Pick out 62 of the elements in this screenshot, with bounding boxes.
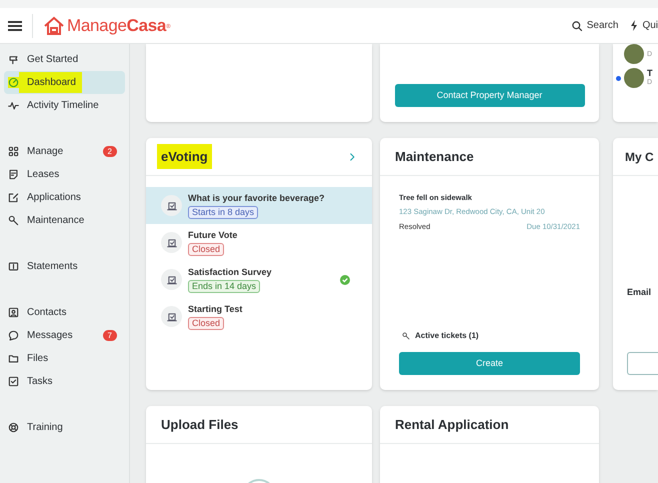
sidebar-item[interactable]: Dashboard (4, 71, 125, 94)
menu-button[interactable] (8, 18, 22, 32)
wrench-icon (402, 332, 410, 340)
card-title: Maintenance (395, 148, 474, 166)
card-title: Upload Files (161, 416, 238, 434)
status-tag: Closed (188, 243, 224, 256)
ballot-icon (166, 238, 176, 248)
sidebar-item[interactable]: Leases (4, 163, 125, 186)
ballot-icon (166, 200, 176, 210)
avatar (624, 68, 644, 88)
vote-row[interactable]: Starting Test Closed (146, 298, 372, 335)
status-tag: Starts in 8 days (188, 206, 258, 220)
person-name: T (647, 69, 652, 78)
edit-icon (8, 192, 19, 203)
quick-actions-button[interactable]: Qui (630, 18, 658, 33)
search-icon (570, 20, 583, 32)
chat-icon (8, 330, 19, 341)
status-tag: Ends in 14 days (188, 280, 260, 294)
active-tickets-label: Active tickets (1) (415, 330, 479, 342)
house-logo-icon (43, 16, 65, 36)
signpost-icon (8, 54, 19, 65)
field-label: Email (627, 286, 652, 298)
gauge-icon (8, 77, 19, 88)
sidebar-item[interactable]: Tasks (4, 370, 125, 393)
sidebar-item[interactable]: Get Started (4, 48, 125, 71)
grid-icon (8, 146, 19, 157)
ballot-icon (166, 274, 176, 284)
sidebar-item[interactable]: Messages 7 (4, 324, 125, 347)
vote-row[interactable]: Satisfaction Survey Ends in 14 days (146, 261, 372, 298)
brand-logo: ManageCasa$^{®}$ (67, 14, 170, 37)
sidebar-item[interactable]: Manage 2 (4, 140, 125, 163)
count-badge: 2 (102, 146, 117, 157)
contact-card-icon (8, 307, 19, 318)
document-icon (8, 169, 19, 180)
vote-title: Future Vote (188, 228, 238, 242)
pulse-icon (8, 100, 19, 111)
sidebar-item[interactable]: Files (4, 347, 125, 370)
sidebar-item[interactable]: Contacts (4, 301, 125, 324)
search-button[interactable]: Search (570, 18, 618, 33)
checkbox-icon (8, 376, 19, 387)
folder-icon (8, 353, 19, 364)
count-badge: 7 (102, 330, 117, 341)
vote-row[interactable]: What is your favorite beverage? Starts in 8 days (146, 187, 372, 224)
card-title: eVoting (157, 144, 212, 170)
lifebuoy-icon (8, 422, 19, 433)
sidebar-item[interactable]: Statements (4, 255, 125, 278)
card-title: My C (625, 148, 654, 166)
vote-title: What is your favorite beverage? (188, 192, 325, 205)
sidebar-item[interactable]: Training (4, 416, 125, 439)
wrench-icon (8, 215, 19, 226)
vote-title: Satisfaction Survey (188, 266, 272, 279)
vote-row[interactable]: Future Vote Closed (146, 224, 372, 261)
statement-icon (8, 261, 19, 272)
sidebar-item[interactable]: Maintenance (4, 209, 125, 232)
sidebar-item[interactable]: Activity Timeline (4, 94, 125, 117)
card-title: Rental Application (395, 416, 509, 434)
status-tag: Closed (188, 317, 224, 330)
sidebar-item[interactable]: Applications (4, 186, 125, 209)
ballot-icon (166, 312, 176, 322)
lightning-icon (630, 20, 638, 31)
avatar (624, 44, 644, 64)
vote-title: Starting Test (188, 302, 242, 316)
